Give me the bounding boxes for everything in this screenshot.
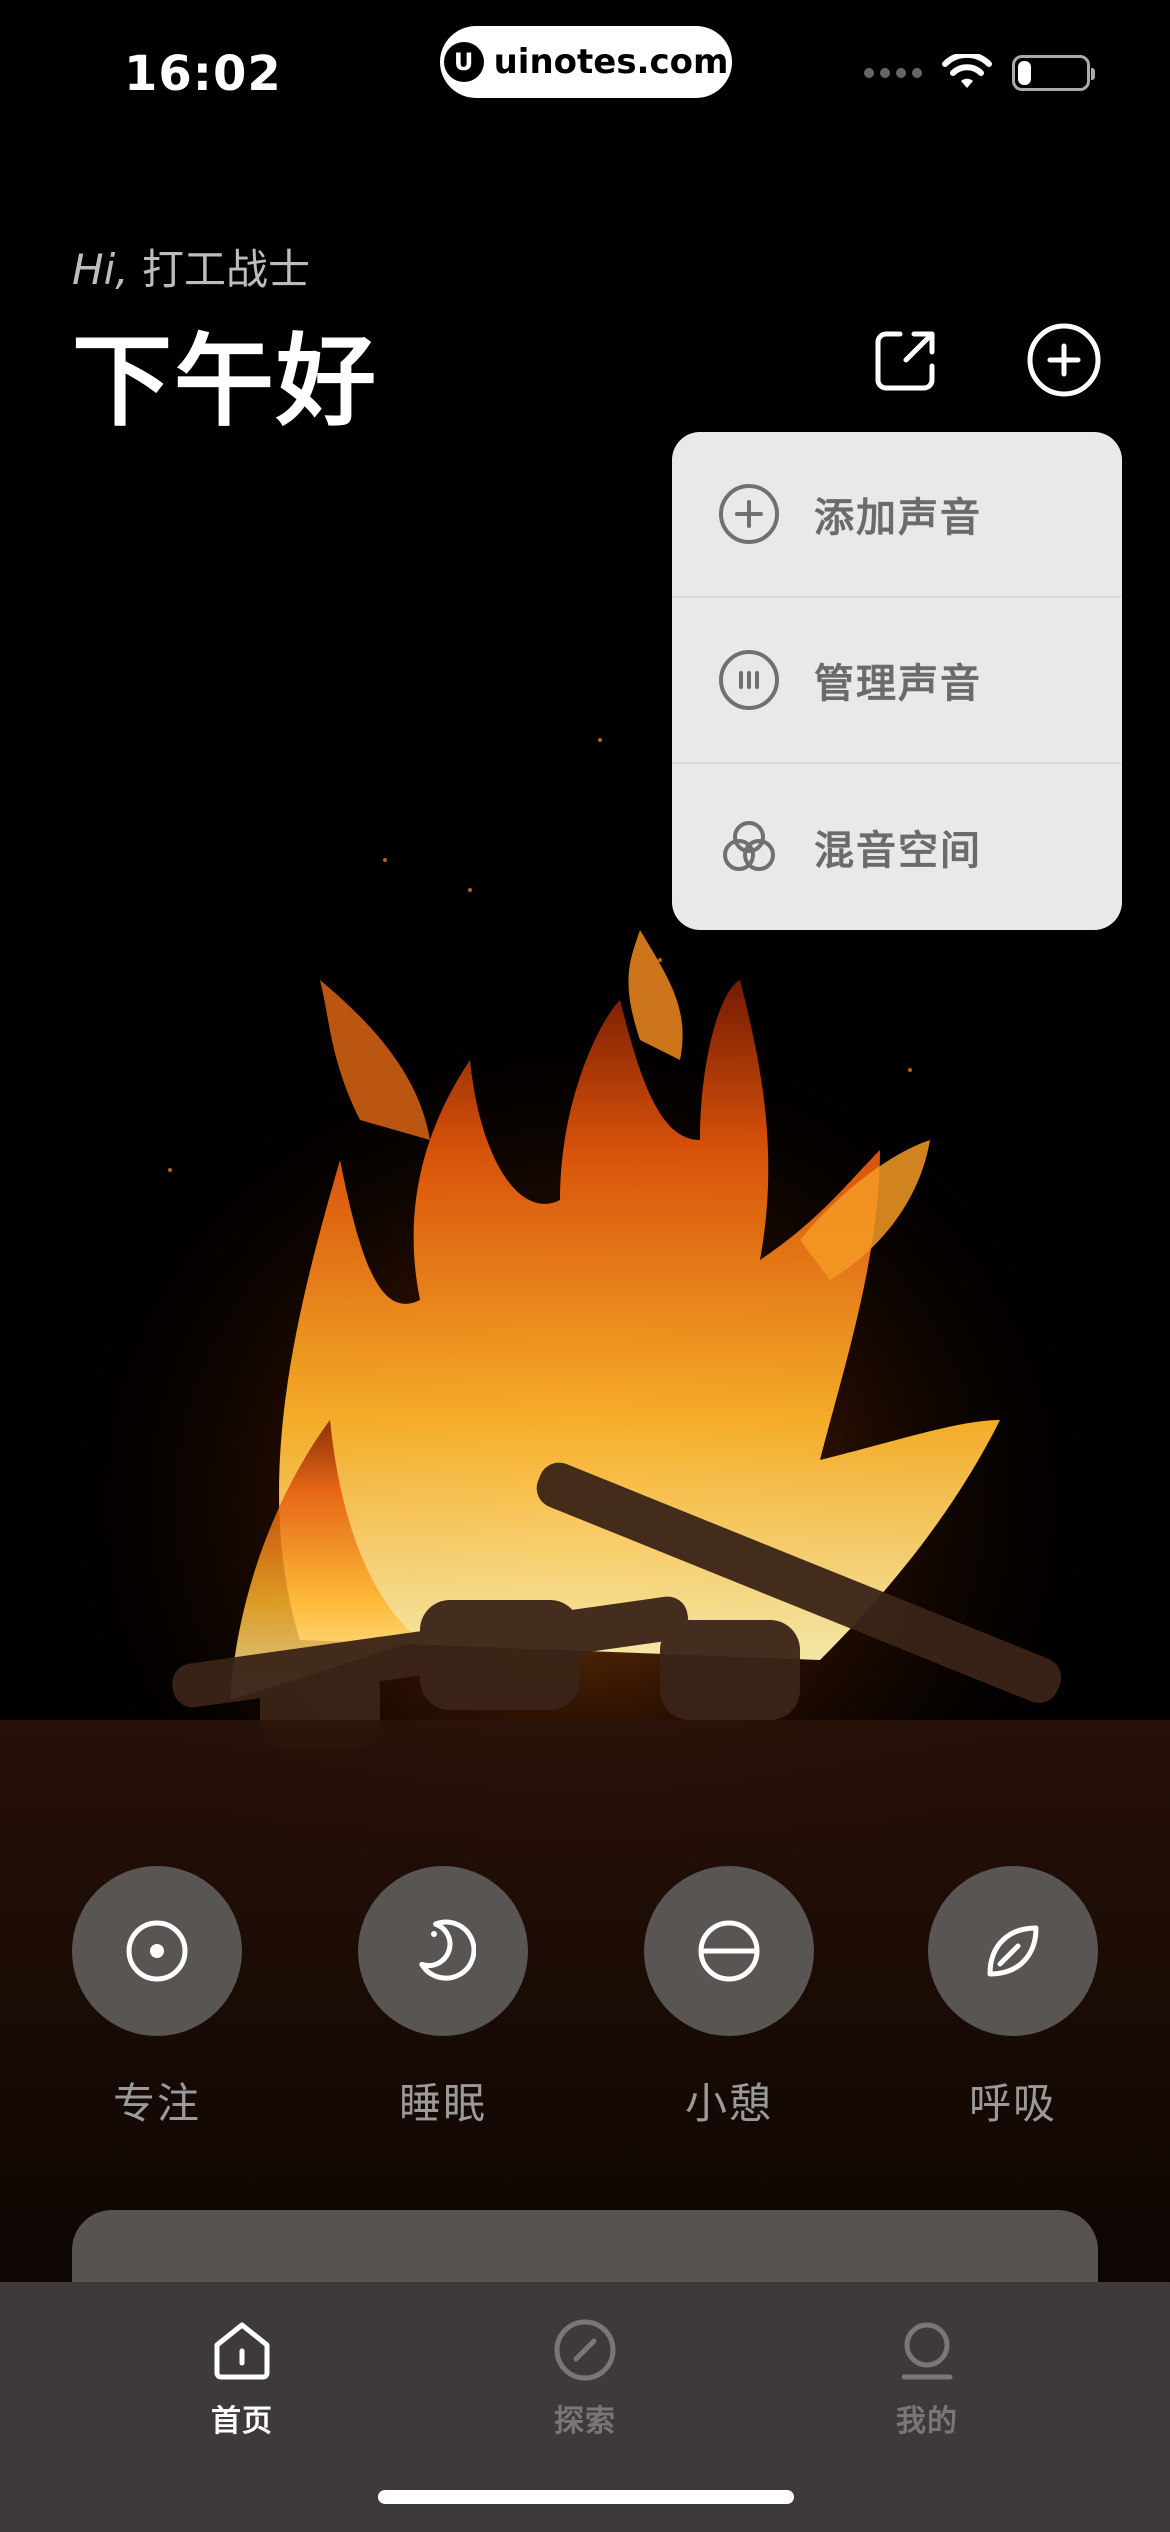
mode-label: 呼吸 xyxy=(968,2079,1057,2128)
share-button[interactable] xyxy=(866,320,946,400)
tab-label: 探索 xyxy=(554,2404,616,2439)
page-title: 下午好 xyxy=(72,323,378,440)
mode-circle xyxy=(928,1866,1098,2036)
home-icon xyxy=(214,2322,270,2380)
tab-profile[interactable]: 我的 xyxy=(827,2312,1027,2440)
add-circle-icon xyxy=(718,483,780,545)
tab-label: 首页 xyxy=(211,2404,273,2439)
focus-icon xyxy=(126,1920,188,1982)
hi-text: Hi, xyxy=(72,245,129,294)
cellular-icon xyxy=(864,68,922,78)
username: 打工战士 xyxy=(141,245,310,294)
screen: 16:02 U uinotes.com Hi, 打工战士 下午好 添加声音 管理… xyxy=(0,0,1170,2532)
menu-item-label: 添加声音 xyxy=(814,495,982,541)
mode-label: 专注 xyxy=(112,2079,201,2128)
mode-circle xyxy=(72,1866,242,2036)
mode-label: 小憩 xyxy=(684,2079,773,2128)
status-indicators xyxy=(864,54,1095,92)
site-logo-icon: U xyxy=(443,42,484,82)
share-icon xyxy=(875,331,935,391)
manage-icon xyxy=(718,649,780,711)
moon-icon xyxy=(419,1919,476,1981)
status-time: 16:02 xyxy=(124,46,282,102)
battery-fill xyxy=(1018,61,1031,85)
wifi-icon xyxy=(942,54,992,88)
compass-icon xyxy=(554,2319,616,2381)
menu-item-mix-space[interactable]: 混音空间 xyxy=(672,764,1122,930)
menu-item-add-sound[interactable]: 添加声音 xyxy=(672,432,1122,598)
battery-icon xyxy=(1012,55,1095,91)
home-indicator xyxy=(378,2490,794,2504)
url-pill[interactable]: U uinotes.com xyxy=(440,26,732,98)
menu-item-label: 混音空间 xyxy=(814,828,982,874)
mode-circle xyxy=(358,1866,528,2036)
mode-label: 睡眠 xyxy=(398,2079,487,2128)
menu-item-manage-sound[interactable]: 管理声音 xyxy=(672,598,1122,764)
add-circle-icon xyxy=(1027,323,1101,397)
nap-icon xyxy=(698,1920,760,1982)
mode-circle xyxy=(644,1866,814,2036)
profile-icon xyxy=(901,2322,953,2380)
menu-item-label: 管理声音 xyxy=(814,661,982,707)
greeting-subtitle: Hi, 打工战士 xyxy=(72,236,310,297)
mode-breathe[interactable]: 呼吸 xyxy=(928,1866,1098,2131)
tab-home[interactable]: 首页 xyxy=(142,2312,342,2440)
tab-explore[interactable]: 探索 xyxy=(485,2312,685,2440)
tab-label: 我的 xyxy=(896,2404,958,2439)
mode-sleep[interactable]: 睡眠 xyxy=(358,1866,528,2131)
mode-nap[interactable]: 小憩 xyxy=(644,1866,814,2131)
url-text: uinotes.com xyxy=(493,42,729,82)
mix-icon xyxy=(718,816,780,878)
add-button[interactable] xyxy=(1022,318,1106,402)
mode-buttons: 专注 睡眠 小憩 呼吸 xyxy=(72,1866,1098,2136)
leaf-icon xyxy=(987,1925,1039,1977)
add-menu-popover: 添加声音 管理声音 混音空间 xyxy=(672,432,1122,930)
mode-focus[interactable]: 专注 xyxy=(72,1866,242,2131)
